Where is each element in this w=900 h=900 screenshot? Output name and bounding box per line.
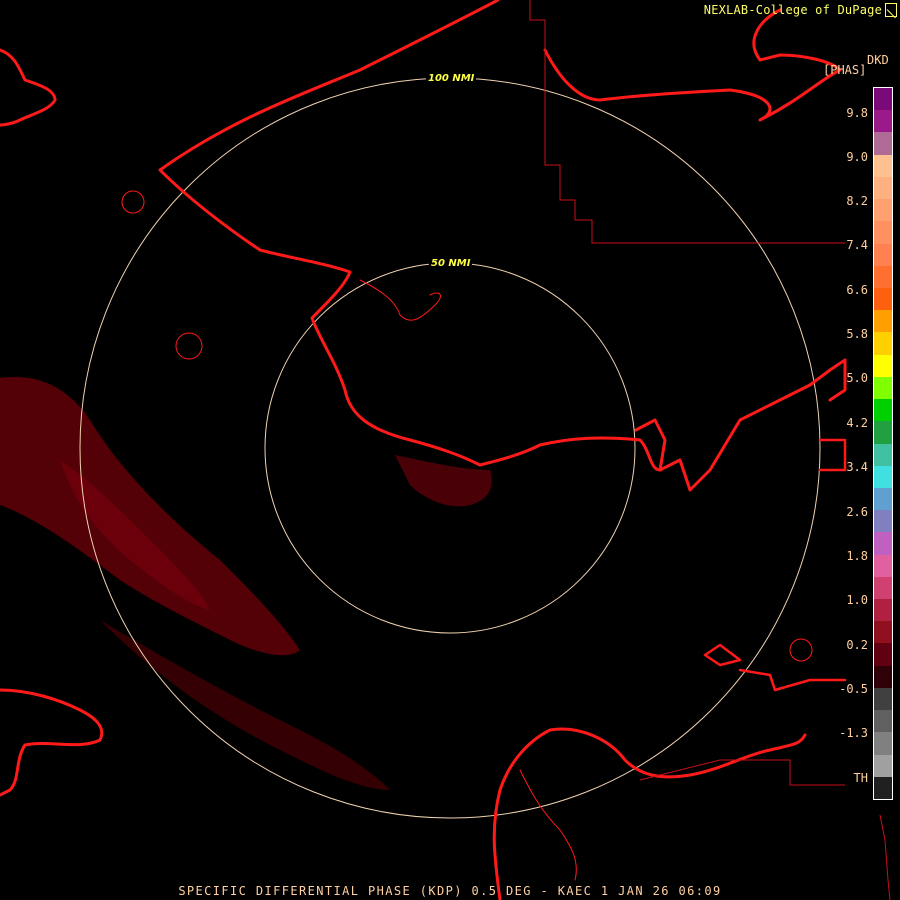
legend-swatch (874, 687, 892, 711)
legend-swatch (874, 221, 892, 244)
legend-label: 1.8 (846, 549, 868, 563)
legend-swatch (874, 465, 892, 488)
legend-label: 9.0 (846, 150, 868, 164)
color-legend-bar (873, 87, 893, 800)
south-peninsula (492, 727, 807, 900)
legend-swatch (874, 399, 892, 422)
legend-swatch (874, 88, 892, 111)
radar-map (0, 0, 891, 900)
west-coast-bottom (0, 688, 104, 797)
legend-label: 5.8 (846, 327, 868, 341)
legend-swatch (874, 776, 892, 799)
legend-label: 4.2 (846, 416, 868, 430)
legend-swatch (874, 376, 892, 400)
legend-swatch (874, 710, 892, 733)
legend-swatch (874, 421, 892, 444)
upper-right-coast (543, 8, 842, 122)
legend-swatch (874, 243, 892, 266)
ring-label-100: 100 NMI (426, 73, 477, 84)
legend-swatch (874, 576, 892, 600)
legend-swatch (874, 332, 892, 355)
legend-label: 8.2 (846, 194, 868, 208)
legend-label: -0.5 (839, 682, 868, 696)
legend-label: 5.0 (846, 371, 868, 385)
legend-swatch (874, 176, 892, 200)
legend-label: 3.4 (846, 460, 868, 474)
legend-label: 1.0 (846, 593, 868, 607)
legend-label: -1.3 (839, 726, 868, 740)
legend-swatch (874, 665, 892, 688)
legend-swatch (874, 132, 892, 155)
legend-swatch (874, 443, 892, 466)
legend-label: 6.6 (846, 283, 868, 297)
legend-unit: [PHAS] (823, 63, 867, 77)
legend-swatch (874, 154, 892, 177)
range-ring-50 (264, 262, 636, 634)
legend-label: 7.4 (846, 238, 868, 252)
legend-product-code: DKD (867, 53, 889, 67)
resize-icon[interactable] (885, 3, 897, 17)
legend-swatch (874, 287, 892, 311)
legend-swatch (874, 599, 892, 622)
legend-swatch (874, 554, 892, 577)
legend-swatch (874, 310, 892, 333)
echo-layer (0, 376, 492, 790)
legend-label: 2.6 (846, 505, 868, 519)
range-marker-west-2 (175, 332, 203, 360)
boundary-layer (529, 0, 891, 900)
inner-bay (359, 279, 441, 321)
boundary-north (529, 0, 845, 244)
legend-swatch (874, 354, 892, 377)
legend-swatch (874, 754, 892, 777)
product-title: SPECIFIC DIFFERENTIAL PHASE (KDP) 0.5 DE… (178, 884, 722, 898)
legend-swatch (874, 199, 892, 222)
ring-label-50: 50 NMI (429, 258, 473, 269)
coastline-layer (0, 0, 847, 900)
legend-label: 9.8 (846, 106, 868, 120)
legend-label: 0.2 (846, 638, 868, 652)
legend-swatch (874, 487, 892, 511)
legend-label: TH (853, 771, 868, 785)
legend-swatch (874, 110, 892, 133)
legend-swatch (874, 643, 892, 666)
legend-swatch (874, 265, 892, 288)
legend-swatch (874, 732, 892, 755)
credit-text: NEXLAB-College of DuPage (703, 3, 882, 17)
legend-swatch (874, 532, 892, 555)
west-coast-top (0, 48, 57, 127)
main-echo-band (0, 376, 300, 656)
range-ring-100 (79, 77, 821, 819)
legend-swatch (874, 510, 892, 533)
south-inner-bay (519, 769, 577, 881)
legend-swatch (874, 621, 892, 644)
north-coast (158, 0, 662, 472)
range-marker-west (121, 190, 145, 214)
